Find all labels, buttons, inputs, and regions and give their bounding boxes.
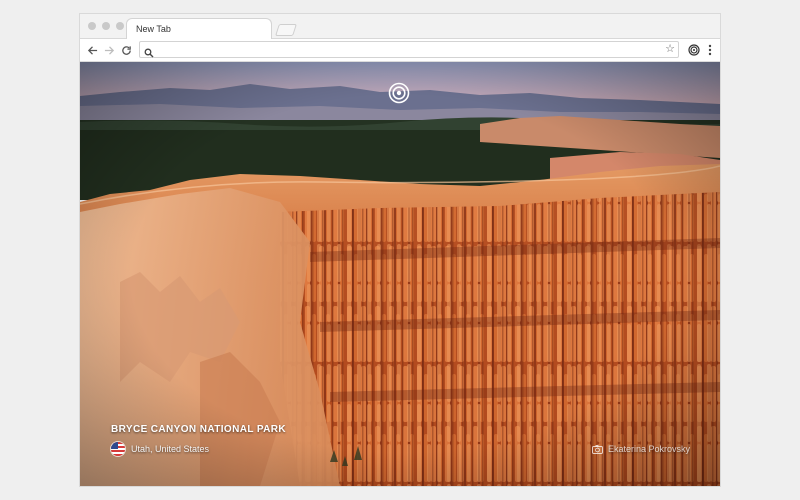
forward-arrow-icon[interactable] [101,42,117,58]
location-place: Utah, United States [131,444,210,454]
close-window-button[interactable] [88,22,96,30]
tab-title: New Tab [136,24,171,34]
new-tab-page: BRYCE CANYON NATIONAL PARK Utah, United … [80,62,720,486]
more-vertical-icon[interactable] [702,42,718,58]
photo-credit[interactable]: Ekaterina Pokrovsky [591,444,690,454]
photographer-name: Ekaterina Pokrovsky [607,444,690,454]
new-tab-button[interactable] [275,24,297,36]
reload-icon[interactable] [118,42,134,58]
tab-new-tab[interactable]: New Tab [126,18,272,39]
location-subtitle: Utah, United States [111,442,209,456]
toolbar: ☆ [80,39,720,62]
spiral-logo-icon[interactable] [388,82,410,104]
browser-window: New Tab ☆ BRYCE CANYON NATIONAL PARK Uta… [80,14,720,486]
minimize-window-button[interactable] [102,22,110,30]
search-icon [144,45,154,58]
window-controls [88,22,124,30]
star-icon[interactable]: ☆ [665,43,675,56]
us-flag-icon [111,442,125,456]
spiral-extension-icon[interactable] [686,42,702,58]
address-bar[interactable]: ☆ [139,41,679,58]
camera-icon [591,444,603,454]
back-arrow-icon[interactable] [84,42,100,58]
tab-strip: New Tab [80,14,720,39]
background-photo [80,62,720,486]
address-input[interactable] [158,43,648,56]
location-title: BRYCE CANYON NATIONAL PARK [111,424,287,435]
maximize-window-button[interactable] [116,22,124,30]
